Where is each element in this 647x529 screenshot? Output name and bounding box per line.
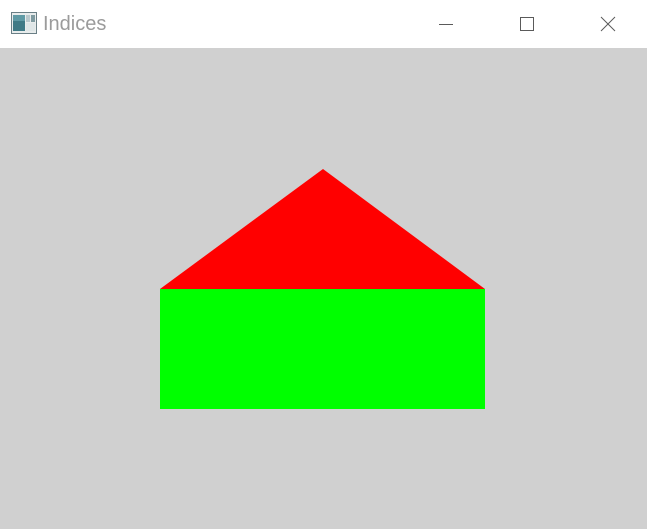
application-window: Indices: [0, 0, 647, 529]
minimize-icon: [439, 24, 453, 25]
close-icon: [600, 16, 616, 32]
close-button[interactable]: [578, 0, 638, 48]
minimize-button[interactable]: [416, 0, 476, 48]
app-icon: [11, 12, 37, 34]
maximize-icon: [520, 17, 534, 31]
window-title: Indices: [43, 13, 107, 35]
maximize-button[interactable]: [497, 0, 557, 48]
title-bar[interactable]: Indices: [0, 0, 647, 48]
render-viewport[interactable]: [0, 48, 647, 529]
render-canvas[interactable]: [0, 48, 647, 529]
green-rectangle: [160, 289, 485, 409]
